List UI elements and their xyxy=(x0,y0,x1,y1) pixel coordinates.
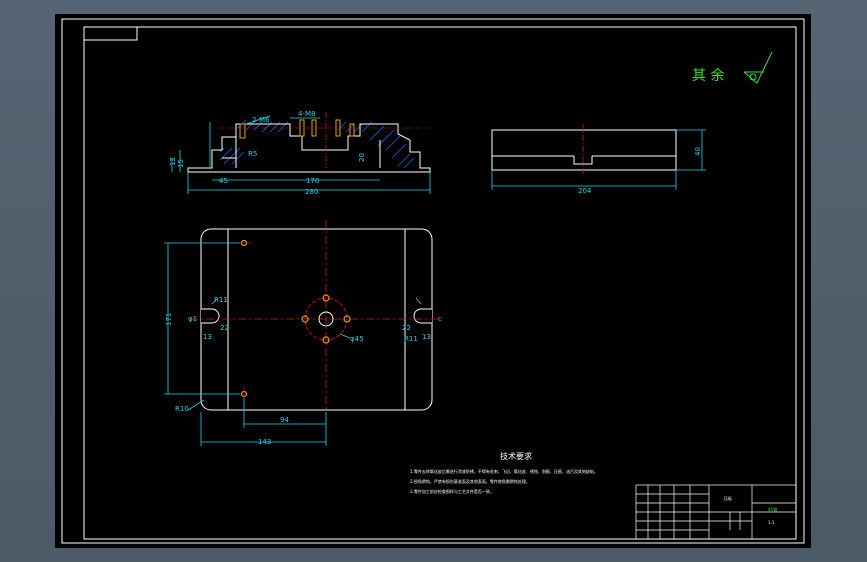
dim-slot-width-left: 22 xyxy=(220,324,229,332)
dim-edge-left: φ1 xyxy=(188,315,197,323)
dim-edge-right: c xyxy=(438,315,442,323)
dim-offset: 143 xyxy=(258,438,271,446)
dim-hole-dia: φ45 xyxy=(350,335,364,343)
tech-req-line-3: 3.零件加工前应检查图样与工艺文件是否一致。 xyxy=(410,488,494,494)
tech-req-line-2: 2.锐角倒钝，严禁有损伤基准面及其他表面，零件棱角需倒钝处理。 xyxy=(410,478,530,484)
dim-height-left: 12 xyxy=(169,157,177,166)
cad-viewport[interactable]: 其 余 280 170 45 2-M6 4-M8 R5 12 15 20 204… xyxy=(0,0,867,562)
dim-side-height: 40 xyxy=(694,147,702,156)
dim-plan-height: 171 xyxy=(165,313,173,326)
dim-left-offset: 45 xyxy=(219,177,228,185)
dim-thread2: 4-M8 xyxy=(298,110,315,118)
dim-overall-width: 280 xyxy=(305,188,318,196)
dim-slot-right: 13 xyxy=(422,333,431,341)
dim-radius-slot-right: R11 xyxy=(404,335,418,343)
dim-depth: 20 xyxy=(358,153,366,162)
tech-req-line-1: 1.零件去除氧化皮后需进行涂漆防锈，不得有毛刺、飞边、氧化皮、锈蚀、划痕、压痕、… xyxy=(410,468,598,474)
title-material: 45钢 xyxy=(768,506,777,512)
tech-req-title: 技术要求 xyxy=(500,451,532,461)
title-name: 压板 xyxy=(724,495,732,501)
roughness-note: 其 余 xyxy=(692,67,724,84)
dim-half-width: 94 xyxy=(280,416,289,424)
dim-radius-slot-left: R11 xyxy=(214,296,228,304)
dim-slot-left: 13 xyxy=(203,333,212,341)
dim-slot-width-right: 22 xyxy=(402,324,411,332)
drawing-sheet: 其 余 280 170 45 2-M6 4-M8 R5 12 15 20 204… xyxy=(55,14,811,548)
dim-side-width: 204 xyxy=(578,187,592,195)
dim-radius-inner: R5 xyxy=(248,150,257,158)
dim-height-step: 15 xyxy=(177,159,185,168)
dim-inner-width: 170 xyxy=(306,177,319,185)
dim-thread: 2-M6 xyxy=(252,116,270,124)
dim-radius-corner: R10 xyxy=(175,405,189,413)
title-scale: 1:1 xyxy=(768,520,775,525)
